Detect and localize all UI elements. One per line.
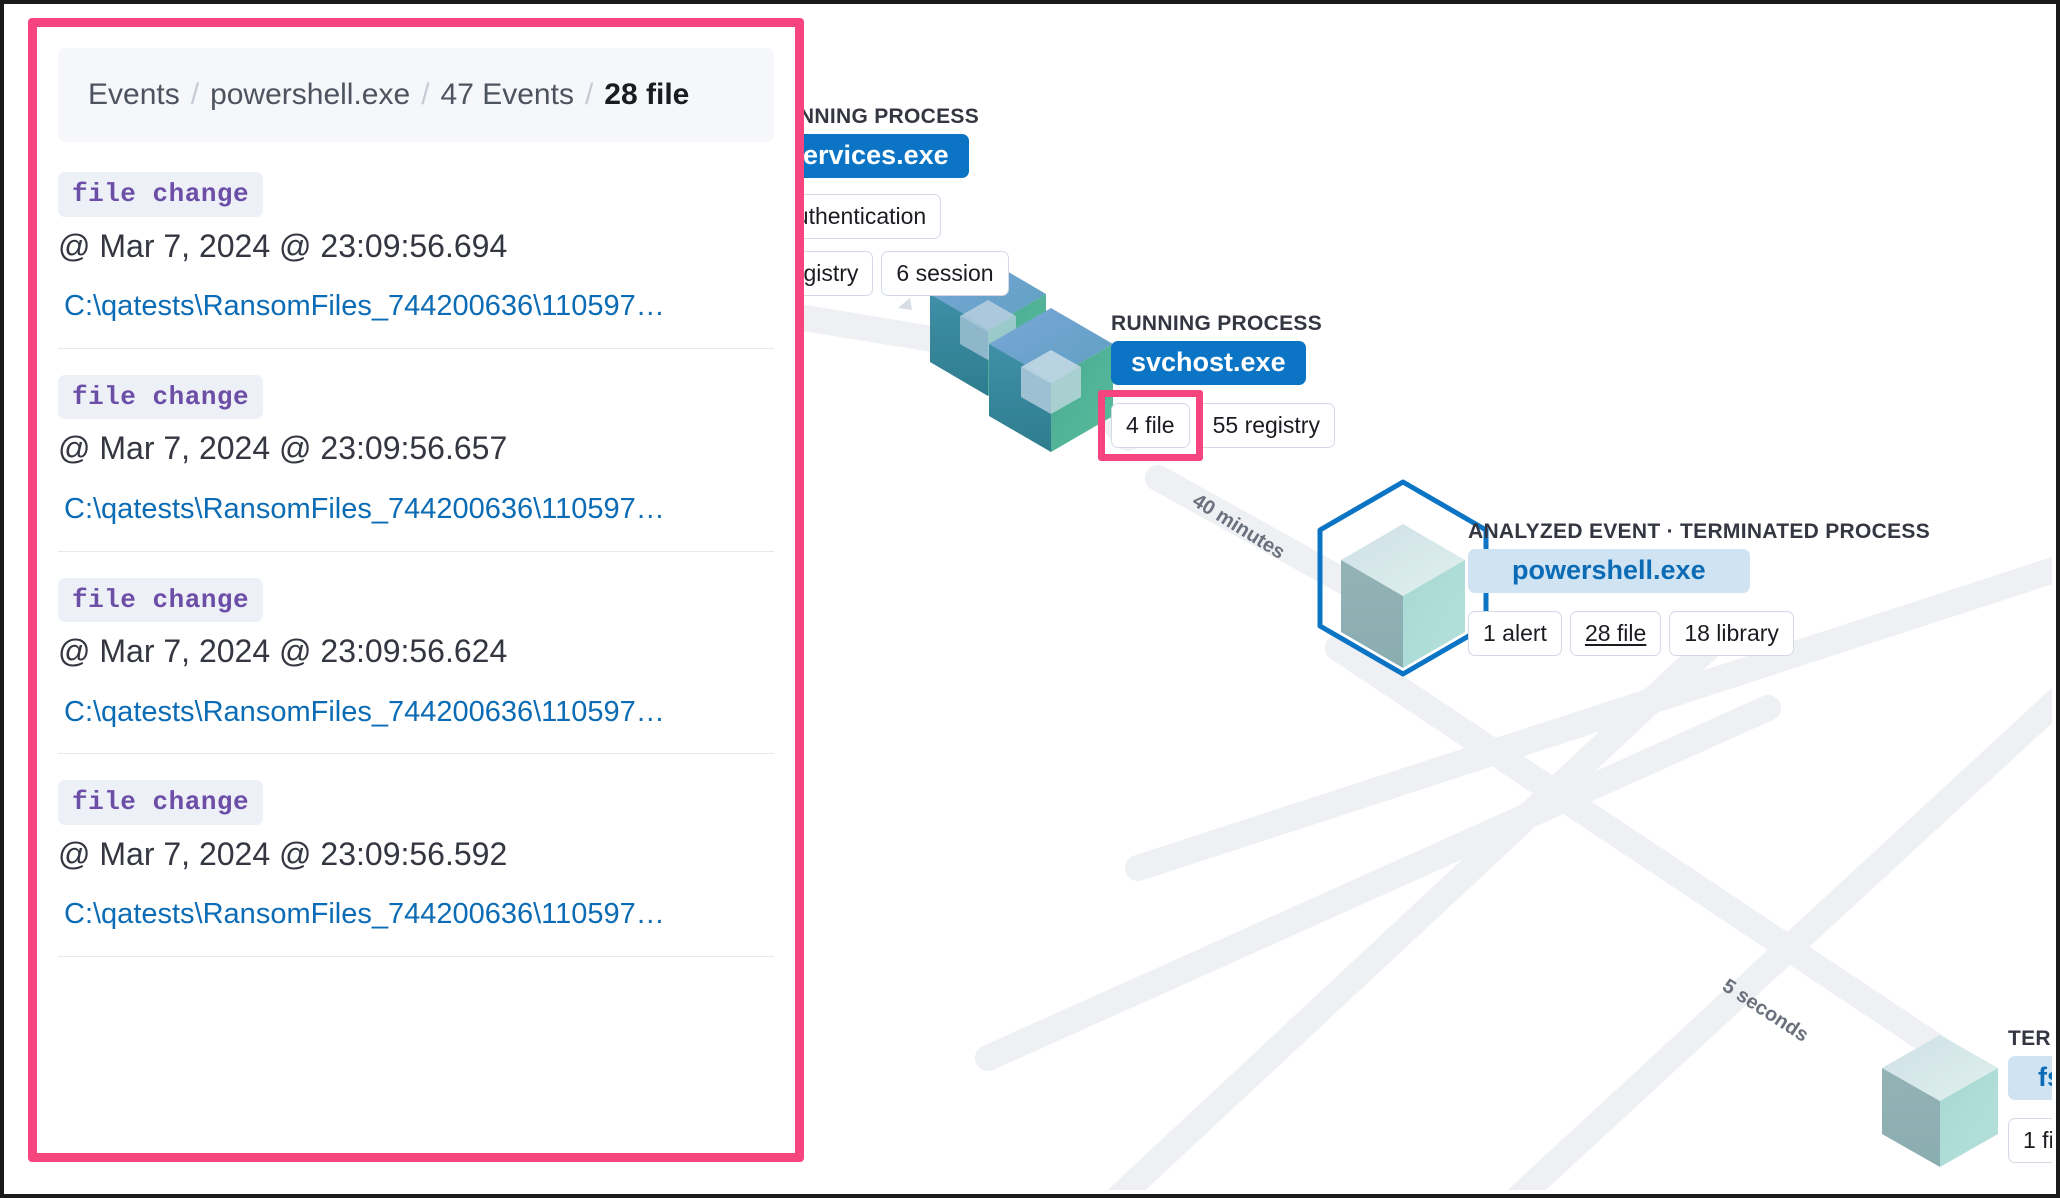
node-name-svchost[interactable]: svchost.exe	[1111, 341, 1306, 385]
graph-node-svchost[interactable]: RUNNING PROCESS svchost.exe 4 file 55 re…	[1111, 313, 1335, 448]
graph-node-powershell[interactable]: ANALYZED EVENT · TERMINATED PROCESS powe…	[1468, 521, 1930, 656]
node-pill-row: 1 file	[2008, 1118, 2052, 1163]
graph-node-fs[interactable]: TERM fs 1 file	[2008, 1028, 2052, 1163]
graph-node-services[interactable]: RUNNING PROCESS services.exe authenticat…	[768, 106, 1009, 296]
pill-4-file-wrapper[interactable]: 4 file	[1111, 403, 1190, 448]
pill-1-alert[interactable]: 1 alert	[1468, 611, 1562, 656]
node-pill-row: 4 file 55 registry	[1111, 403, 1335, 448]
node-kind-label: RUNNING PROCESS	[1111, 313, 1335, 334]
pill-28-file[interactable]: 28 file	[1570, 611, 1661, 656]
highlight-box-event-panel	[28, 18, 804, 1162]
pill-session[interactable]: 6 session	[881, 251, 1008, 296]
screenshot-frame: RUNNING PROCESS services.exe authenticat…	[0, 0, 2060, 1198]
node-name-fs[interactable]: fs	[2008, 1056, 2052, 1100]
pill-55-registry[interactable]: 55 registry	[1198, 403, 1335, 448]
pill-1-file[interactable]: 1 file	[2008, 1118, 2052, 1163]
node-kind-label: TERM	[2008, 1028, 2052, 1049]
node-pill-row-2: registry 6 session	[768, 251, 1009, 296]
pill-18-library[interactable]: 18 library	[1669, 611, 1794, 656]
node-kind-label: ANALYZED EVENT · TERMINATED PROCESS	[1468, 521, 1930, 542]
node-name-powershell[interactable]: powershell.exe	[1468, 549, 1750, 593]
node-kind-label: RUNNING PROCESS	[768, 106, 1009, 127]
node-pill-row: 1 alert 28 file 18 library	[1468, 611, 1930, 656]
node-pill-row: authentication	[768, 194, 1009, 239]
pill-4-file[interactable]: 4 file	[1111, 403, 1190, 448]
